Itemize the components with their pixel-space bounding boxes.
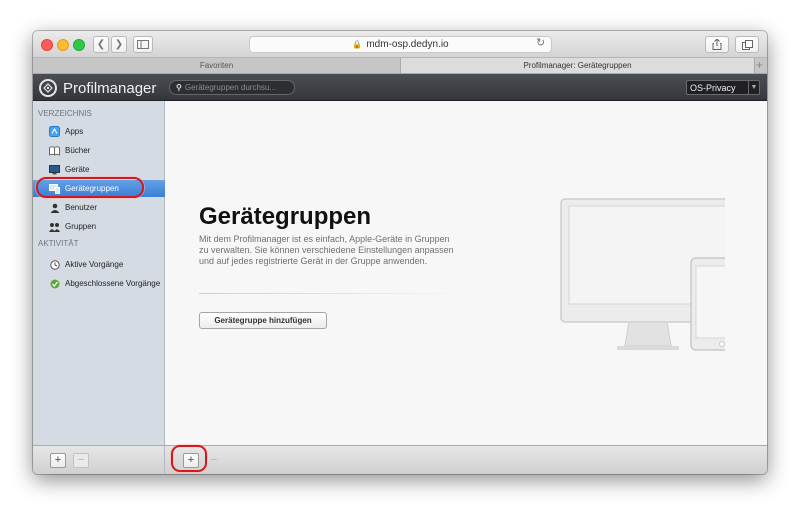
clock-icon — [49, 259, 60, 270]
lock-icon: 🔒 — [352, 40, 363, 49]
content-footer: + − — [165, 445, 767, 474]
chevron-left-icon: ❮ — [96, 39, 106, 50]
forward-button[interactable]: ❯ — [111, 36, 127, 53]
address-text: mdm-osp.dedyn.io — [366, 39, 449, 50]
share-icon — [712, 39, 722, 50]
section-title-aktivitaet: AKTIVITÄT — [38, 239, 79, 248]
user-icon — [49, 202, 60, 213]
apps-icon — [49, 126, 60, 137]
device-icon — [49, 164, 60, 175]
sidebar-add-button[interactable]: + — [50, 453, 66, 468]
remove-group-footer-button[interactable]: − — [206, 453, 222, 468]
search-placeholder: Gerätegruppen durchsu... — [184, 83, 277, 92]
sidebar-icon — [137, 40, 149, 49]
tab-bar: Favoriten Profilmanager: Gerätegruppen + — [33, 58, 767, 74]
share-button[interactable] — [705, 36, 729, 53]
organization-select[interactable]: OS-Privacy ▼ — [686, 80, 760, 95]
tab-profilmanager[interactable]: Profilmanager: Gerätegruppen — [400, 58, 755, 73]
annotation-ring-geraetegruppen — [36, 177, 144, 198]
add-device-group-button[interactable]: Gerätegruppe hinzufügen — [199, 312, 327, 329]
page-title: Gerätegruppen — [199, 203, 372, 230]
zoom-window-button[interactable] — [73, 39, 85, 51]
check-icon — [49, 278, 60, 289]
sidebar-item-benutzer[interactable]: Benutzer — [33, 199, 165, 216]
sidebar-item-abgeschlossene-vorgaenge[interactable]: Abgeschlossene Vorgänge — [33, 275, 165, 292]
sidebar-item-geraete[interactable]: Geräte — [33, 161, 165, 178]
sidebar-remove-button[interactable]: − — [73, 453, 89, 468]
sidebar-toggle-button[interactable] — [133, 36, 153, 53]
sidebar-item-buecher[interactable]: Bücher — [33, 142, 165, 159]
group-icon — [49, 221, 60, 232]
chevron-down-icon: ▼ — [748, 81, 759, 94]
book-icon — [49, 145, 60, 156]
new-tab-button[interactable]: + — [756, 58, 763, 73]
close-window-button[interactable] — [41, 39, 53, 51]
minimize-window-button[interactable] — [57, 39, 69, 51]
sidebar: VERZEICHNIS Apps Bücher Geräte Gerätegru… — [33, 101, 165, 445]
annotation-ring-add-button — [171, 445, 207, 472]
app-header: Profilmanager ⚲ Gerätegruppen durchsu...… — [33, 74, 767, 101]
tabs-icon — [741, 39, 753, 50]
tabs-overview-button[interactable] — [735, 36, 759, 53]
sidebar-item-apps[interactable]: Apps — [33, 123, 165, 140]
chevron-right-icon: ❯ — [114, 39, 124, 50]
sidebar-footer: + − — [33, 445, 165, 474]
app-title: Profilmanager — [63, 79, 157, 97]
address-bar[interactable]: 🔒 mdm-osp.dedyn.io — [249, 36, 552, 53]
sidebar-item-gruppen[interactable]: Gruppen — [33, 218, 165, 235]
search-input[interactable]: ⚲ Gerätegruppen durchsu... — [169, 80, 295, 95]
back-button[interactable]: ❮ — [93, 36, 109, 53]
reload-icon[interactable]: ↻ — [536, 36, 545, 49]
organization-selected-value: OS-Privacy — [690, 82, 736, 93]
browser-toolbar: ❮ ❯ 🔒 mdm-osp.dedyn.io ↻ — [33, 31, 767, 58]
section-title-verzeichnis: VERZEICHNIS — [38, 109, 92, 118]
tab-favoriten[interactable]: Favoriten — [33, 58, 400, 73]
main-content: Gerätegruppen Mit dem Profilmanager ist … — [165, 101, 767, 445]
profile-manager-logo-icon — [39, 79, 57, 97]
page-description: Mit dem Profilmanager ist es einfach, Ap… — [199, 234, 454, 266]
sidebar-item-aktive-vorgaenge[interactable]: Aktive Vorgänge — [33, 256, 165, 273]
app-brand[interactable]: Profilmanager — [39, 78, 156, 98]
search-icon: ⚲ — [176, 83, 182, 92]
devices-illustration-icon — [560, 198, 725, 351]
content-divider — [199, 293, 471, 294]
browser-window: ❮ ❯ 🔒 mdm-osp.dedyn.io ↻ Favoriten Profi… — [33, 31, 767, 474]
